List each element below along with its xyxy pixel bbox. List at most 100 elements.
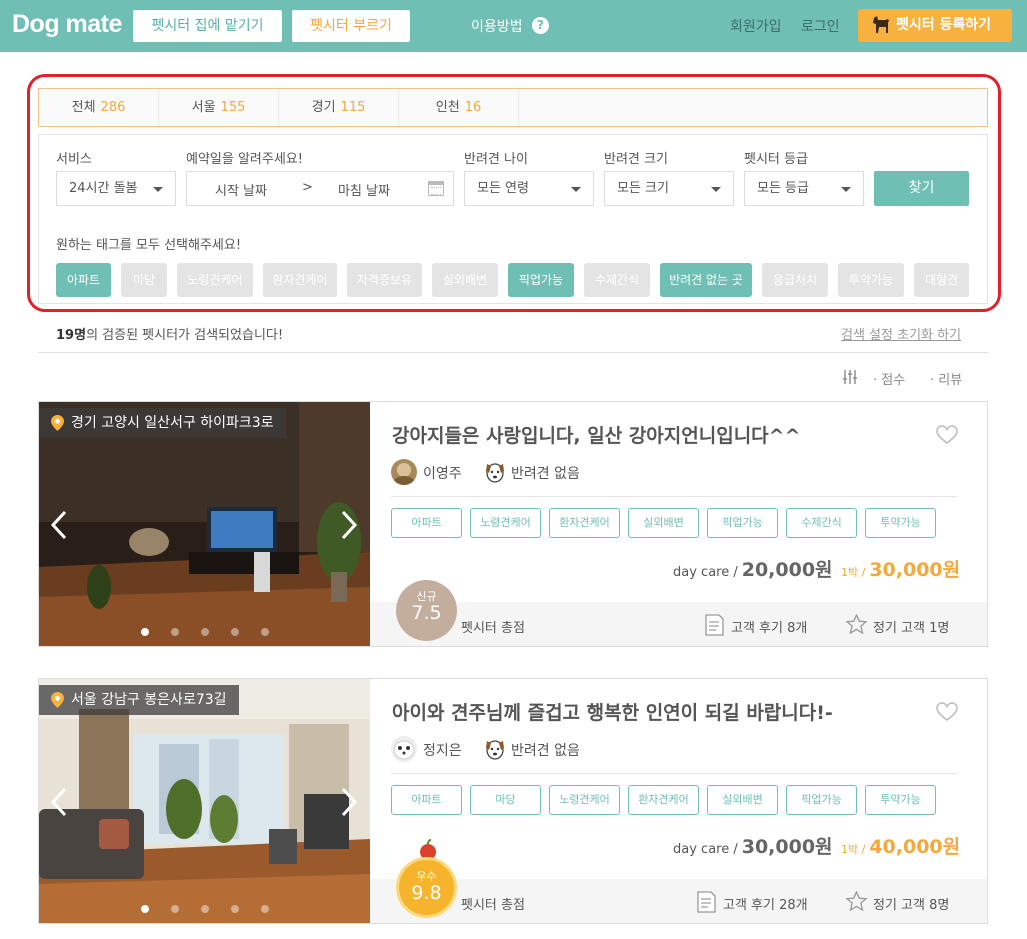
sitter-tag: 노령견케어 — [470, 508, 541, 538]
chevron-left-icon[interactable] — [49, 510, 69, 540]
filter-tag-large-dog[interactable]: 대형견 — [914, 263, 969, 297]
score-value: 9.8 — [411, 882, 442, 904]
sitter-tag: 픽업가능 — [707, 508, 778, 538]
daycare-price: day care /30,000원 — [673, 832, 833, 859]
filter-tag-pickup[interactable]: 픽업가능 — [508, 263, 574, 297]
filter-tag-medication[interactable]: 투약가능 — [838, 263, 904, 297]
dog-face-icon — [486, 740, 504, 760]
tab-gyeonggi[interactable]: 경기 115 — [279, 89, 399, 126]
sitter-tag: 아파트 — [391, 785, 462, 815]
chevron-left-icon[interactable] — [49, 787, 69, 817]
pagination-dot[interactable] — [231, 628, 239, 636]
filter-tag-apartment[interactable]: 아파트 — [56, 263, 111, 297]
date-label: 예약일을 알려주세요! — [186, 152, 303, 167]
grade-value: 모든 등급 — [757, 181, 809, 196]
star-icon — [846, 891, 867, 911]
leave-at-sitter-button[interactable]: 펫시터 집에 맡기기 — [133, 10, 282, 42]
pagination-dot[interactable] — [261, 905, 269, 913]
score-label: 펫시터 총점 — [461, 621, 525, 636]
start-date-field[interactable]: 시작 날짜 — [215, 180, 267, 199]
overnight-price: 1박 /30,000원 — [841, 555, 960, 582]
regular-customers: 정기 고객 8명 — [873, 898, 950, 913]
tab-all[interactable]: 전체 286 — [39, 89, 159, 126]
divider — [391, 496, 957, 497]
pagination-dot[interactable] — [171, 628, 179, 636]
filter-tag-first-aid[interactable]: 응급처치 — [762, 263, 828, 297]
score-label: 펫시터 총점 — [461, 898, 525, 913]
sort-by-review[interactable]: · 리뷰 — [930, 369, 962, 388]
filter-tag-homemade-snacks[interactable]: 수제간식 — [584, 263, 650, 297]
login-link[interactable]: 로그인 — [801, 16, 840, 36]
pagination-dot[interactable] — [171, 905, 179, 913]
chevron-right-icon[interactable] — [339, 787, 359, 817]
pagination-dot[interactable] — [141, 905, 149, 913]
find-button[interactable]: 찾기 — [874, 171, 969, 206]
heart-icon[interactable] — [936, 425, 958, 445]
heart-icon[interactable] — [936, 702, 958, 722]
sitter-card[interactable]: 서울 강남구 봉은사로73길 아이와 견주님께 즐겁고 행복한 인연이 되길 바… — [38, 678, 988, 924]
chevron-right-icon[interactable] — [339, 510, 359, 540]
daycare-label: day care / — [673, 565, 738, 580]
pagination-dot[interactable] — [261, 628, 269, 636]
sitter-home-photo[interactable]: 서울 강남구 봉은사로73길 — [39, 679, 370, 923]
tab-seoul[interactable]: 서울 155 — [159, 89, 279, 126]
service-label: 서비스 — [56, 152, 92, 167]
review-count[interactable]: 고객 후기 28개 — [723, 894, 808, 913]
location-text: 경기 고양시 일산서구 하이파크3로 — [71, 415, 274, 431]
dogmate-logo[interactable]: Dog mate — [12, 10, 122, 39]
sitter-tag: 픽업가능 — [786, 785, 857, 815]
avatar — [391, 736, 417, 762]
sitter-tag: 실외배변 — [707, 785, 778, 815]
calendar-icon[interactable] — [428, 181, 444, 196]
age-select[interactable]: 모든 연령 — [464, 171, 594, 206]
tab-incheon[interactable]: 인천 16 — [399, 89, 519, 126]
card-title[interactable]: 아이와 견주님께 즐겁고 행복한 인연이 되길 바랍니다!- — [392, 698, 833, 725]
daycare-amount: 20,000원 — [741, 559, 833, 581]
tab-count: 155 — [220, 100, 246, 115]
tab-label: 인천 — [435, 100, 460, 115]
tab-count: 286 — [100, 100, 126, 115]
sort-sliders-icon[interactable] — [843, 370, 857, 384]
sort-by-score[interactable]: · 점수 — [873, 369, 905, 388]
grade-select[interactable]: 모든 등급 — [744, 171, 864, 206]
service-value: 24시간 돌봄 — [69, 181, 138, 196]
tab-label: 서울 — [191, 100, 216, 115]
chevron-down-icon — [841, 187, 851, 192]
filter-tag-senior-care[interactable]: 노령견케어 — [177, 263, 253, 297]
result-count-text: 의 검증된 펫시터가 검색되었습니다! — [86, 328, 284, 343]
card-title[interactable]: 강아지들은 사랑입니다, 일산 강아지언니입니다^^ — [392, 421, 801, 448]
filter-tag-yard[interactable]: 마당 — [121, 263, 167, 297]
signup-link[interactable]: 회원가입 — [730, 16, 782, 36]
call-sitter-button[interactable]: 펫시터 부르기 — [292, 10, 410, 42]
pagination-dot[interactable] — [201, 628, 209, 636]
sitter-tag: 수제간식 — [786, 508, 857, 538]
pagination-dot[interactable] — [141, 628, 149, 636]
size-select[interactable]: 모든 크기 — [604, 171, 734, 206]
question-icon[interactable]: ? — [532, 17, 549, 34]
sitter-card[interactable]: 경기 고양시 일산서구 하이파크3로 강아지들은 사랑입니다, 일산 강아지언니… — [38, 401, 988, 647]
filter-tag-outdoor-potty[interactable]: 실외배변 — [432, 263, 498, 297]
filter-tag-sick-care[interactable]: 환자견케어 — [263, 263, 337, 297]
star-icon — [846, 614, 867, 634]
sitter-tag: 투약가능 — [865, 785, 936, 815]
date-separator: > — [302, 180, 313, 195]
living-room-image — [39, 679, 370, 923]
age-label: 반려견 나이 — [464, 152, 528, 167]
pet-status: 반려견 없음 — [511, 466, 580, 482]
sitter-tag: 투약가능 — [865, 508, 936, 538]
size-value: 모든 크기 — [617, 181, 669, 196]
daycare-amount: 30,000원 — [741, 836, 833, 858]
age-value: 모든 연령 — [477, 181, 529, 196]
service-select[interactable]: 24시간 돌봄 — [56, 171, 176, 206]
end-date-field[interactable]: 마침 날짜 — [338, 180, 390, 199]
register-sitter-button[interactable]: 펫시터 등록하기 — [858, 9, 1012, 42]
filter-tag-certified[interactable]: 자격증보유 — [347, 263, 422, 297]
pagination-dot[interactable] — [201, 905, 209, 913]
how-to-use-link[interactable]: 이용방법 — [471, 16, 523, 36]
filter-tag-no-pets[interactable]: 반려견 없는 곳 — [660, 263, 752, 297]
sitter-home-photo[interactable]: 경기 고양시 일산서구 하이파크3로 — [39, 402, 370, 646]
pagination-dot[interactable] — [231, 905, 239, 913]
review-count[interactable]: 고객 후기 8개 — [731, 617, 807, 636]
reset-search-link[interactable]: 검색 설정 초기화 하기 — [841, 324, 961, 343]
date-range-picker[interactable]: 시작 날짜 > 마침 날짜 — [186, 171, 454, 206]
